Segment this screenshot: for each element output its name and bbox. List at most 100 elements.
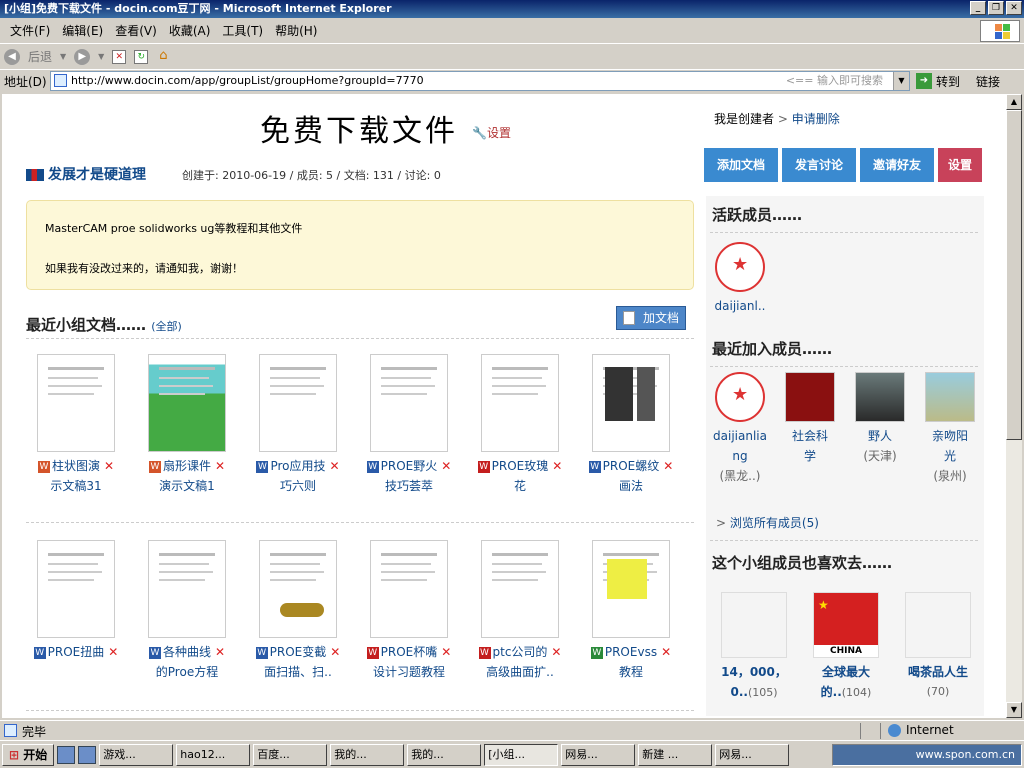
doc-title-2[interactable]: 设计习题教程 (373, 665, 445, 679)
minimize-button[interactable]: _ (970, 1, 986, 15)
delete-icon[interactable]: ✕ (552, 459, 562, 473)
post-discussion-button[interactable]: 发言讨论 (782, 148, 856, 182)
doc-title-2[interactable]: 教程 (619, 665, 643, 679)
task-button[interactable]: 新建 ... (638, 743, 713, 766)
address-input[interactable]: http://www.docin.com/app/groupList/group… (50, 71, 910, 91)
restore-button[interactable]: ❐ (988, 1, 1004, 15)
task-button[interactable]: 游戏... (99, 743, 174, 766)
scroll-thumb[interactable] (1006, 110, 1022, 440)
recent-member[interactable]: 亲吻阳 光 (泉州) (920, 372, 980, 486)
doc-title[interactable]: PROE玫瑰 (492, 459, 549, 473)
delete-icon[interactable]: ✕ (329, 459, 339, 473)
doc-title-2[interactable]: 高级曲面扩.. (486, 665, 554, 679)
doc-item[interactable]: Wptc公司的 ✕ 高级曲面扩.. (470, 540, 570, 682)
delete-icon[interactable]: ✕ (663, 459, 673, 473)
doc-title[interactable]: PROE变截 (270, 645, 327, 659)
doc-thumbnail[interactable] (148, 540, 226, 638)
start-button[interactable]: ⊞ 开始 (2, 743, 55, 766)
vertical-scrollbar[interactable]: ▲ ▼ (1006, 94, 1022, 718)
doc-title[interactable]: PROE野火 (381, 459, 438, 473)
doc-item[interactable]: W PROE扭曲 ✕ (26, 540, 126, 662)
active-member[interactable]: ★ daijianl.. (710, 242, 770, 316)
delete-icon[interactable]: ✕ (441, 645, 451, 659)
home-icon[interactable]: ⌂ (156, 49, 170, 64)
doc-title[interactable]: PROE扭曲 (48, 645, 105, 659)
scroll-up-icon[interactable]: ▲ (1006, 94, 1022, 110)
delete-icon[interactable]: ✕ (215, 645, 225, 659)
delete-icon[interactable]: ✕ (551, 645, 561, 659)
delete-icon[interactable]: ✕ (330, 645, 340, 659)
doc-title-2[interactable]: 技巧荟萃 (385, 479, 433, 493)
recent-member[interactable]: ★ daijianlia ng (黑龙..) (710, 372, 770, 486)
back-arrow-icon[interactable]: ◀ (4, 48, 20, 65)
doc-thumbnail[interactable] (259, 354, 337, 452)
forward-arrow-icon[interactable]: ▶ (74, 48, 91, 65)
doc-title[interactable]: 柱状图演 (52, 459, 100, 473)
doc-title[interactable]: ptc公司的 (493, 645, 548, 659)
doc-thumbnail[interactable] (148, 354, 226, 452)
doc-title-2[interactable]: 花 (514, 479, 526, 493)
add-doc-button[interactable]: 加文档 (616, 306, 686, 330)
doc-title-2[interactable]: 演示文稿1 (159, 479, 215, 493)
task-button[interactable]: 网易... (561, 743, 636, 766)
go-button[interactable]: 转到 (936, 73, 960, 90)
doc-title[interactable]: PROEvss (605, 645, 657, 659)
links-button[interactable]: 链接 (976, 73, 1000, 90)
delete-icon[interactable]: ✕ (441, 459, 451, 473)
doc-title-2[interactable]: 示文稿31 (50, 479, 101, 493)
refresh-icon[interactable]: ↻ (134, 49, 149, 64)
doc-thumbnail[interactable] (592, 354, 670, 452)
apply-delete-link[interactable]: 申请删除 (792, 112, 840, 126)
doc-item[interactable]: W 柱状图演 ✕ 示文稿31 (26, 354, 126, 496)
doc-thumbnail[interactable] (37, 354, 115, 452)
group-name[interactable]: 发展才是硬道理 (26, 164, 146, 184)
menu-tools[interactable]: 工具(T) (216, 22, 269, 39)
back-label[interactable]: 后退 (28, 48, 52, 65)
doc-thumbnail[interactable] (370, 354, 448, 452)
menu-view[interactable]: 查看(V) (109, 22, 163, 39)
task-button-active[interactable]: [小组... (484, 743, 559, 766)
doc-item[interactable]: W Pro应用技 ✕ 巧六则 (248, 354, 348, 496)
doc-item[interactable]: W PROE玫瑰 ✕ 花 (470, 354, 570, 496)
group-settings-link[interactable]: 🔧设置 (472, 124, 511, 141)
doc-title-2[interactable]: 的Proe方程 (156, 665, 218, 679)
go-arrow-icon[interactable]: ➜ (916, 73, 932, 89)
add-document-button[interactable]: 添加文档 (704, 148, 778, 182)
close-button[interactable]: ✕ (1006, 1, 1022, 15)
doc-title[interactable]: PROE杯嘴 (381, 645, 438, 659)
delete-icon[interactable]: ✕ (661, 645, 671, 659)
doc-item[interactable]: W PROE野火 ✕ 技巧荟萃 (359, 354, 459, 496)
menu-edit[interactable]: 编辑(E) (56, 22, 109, 39)
task-button[interactable]: hao12... (176, 743, 251, 766)
recent-member[interactable]: 社会科 学 (780, 372, 840, 466)
doc-item[interactable]: W 各种曲线 ✕ 的Proe方程 (137, 540, 237, 682)
doc-thumbnail[interactable] (481, 540, 559, 638)
doc-title[interactable]: Pro应用技 (270, 459, 325, 473)
doc-title-2[interactable]: 画法 (619, 479, 643, 493)
doc-item[interactable]: W PROE杯嘴 ✕ 设计习题教程 (359, 540, 459, 682)
recent-member[interactable]: 野人 (天津) (850, 372, 910, 466)
doc-item[interactable]: W 扇形课件 ✕ 演示文稿1 (137, 354, 237, 496)
browse-all-members-link[interactable]: > 浏览所有成员(5) (716, 514, 819, 531)
scroll-down-icon[interactable]: ▼ (1006, 702, 1022, 718)
related-group[interactable]: 喝茶品人生 (70) (898, 592, 978, 702)
browser-icon[interactable] (78, 745, 97, 764)
task-button[interactable]: 百度... (253, 743, 328, 766)
task-button[interactable]: 我的... (407, 743, 482, 766)
doc-title[interactable]: PROE螺纹 (603, 459, 660, 473)
forward-dropdown-icon[interactable]: ▼ (98, 52, 104, 61)
back-dropdown-icon[interactable]: ▼ (60, 52, 66, 61)
menu-favorites[interactable]: 收藏(A) (163, 22, 217, 39)
menu-help[interactable]: 帮助(H) (269, 22, 323, 39)
doc-thumbnail[interactable] (37, 540, 115, 638)
task-button[interactable]: 网易... (715, 743, 790, 766)
task-button[interactable]: 我的... (330, 743, 405, 766)
all-docs-link[interactable]: (全部) (151, 320, 182, 333)
related-group[interactable]: 14，000， 0..(105) (714, 592, 794, 703)
doc-item[interactable]: W PROEvss ✕ 教程 (581, 540, 681, 682)
delete-icon[interactable]: ✕ (108, 645, 118, 659)
doc-title-2[interactable]: 面扫描、扫.. (264, 665, 332, 679)
address-dropdown-icon[interactable]: ▼ (893, 72, 909, 90)
ie-icon[interactable] (57, 745, 76, 764)
menu-file[interactable]: 文件(F) (4, 22, 56, 39)
